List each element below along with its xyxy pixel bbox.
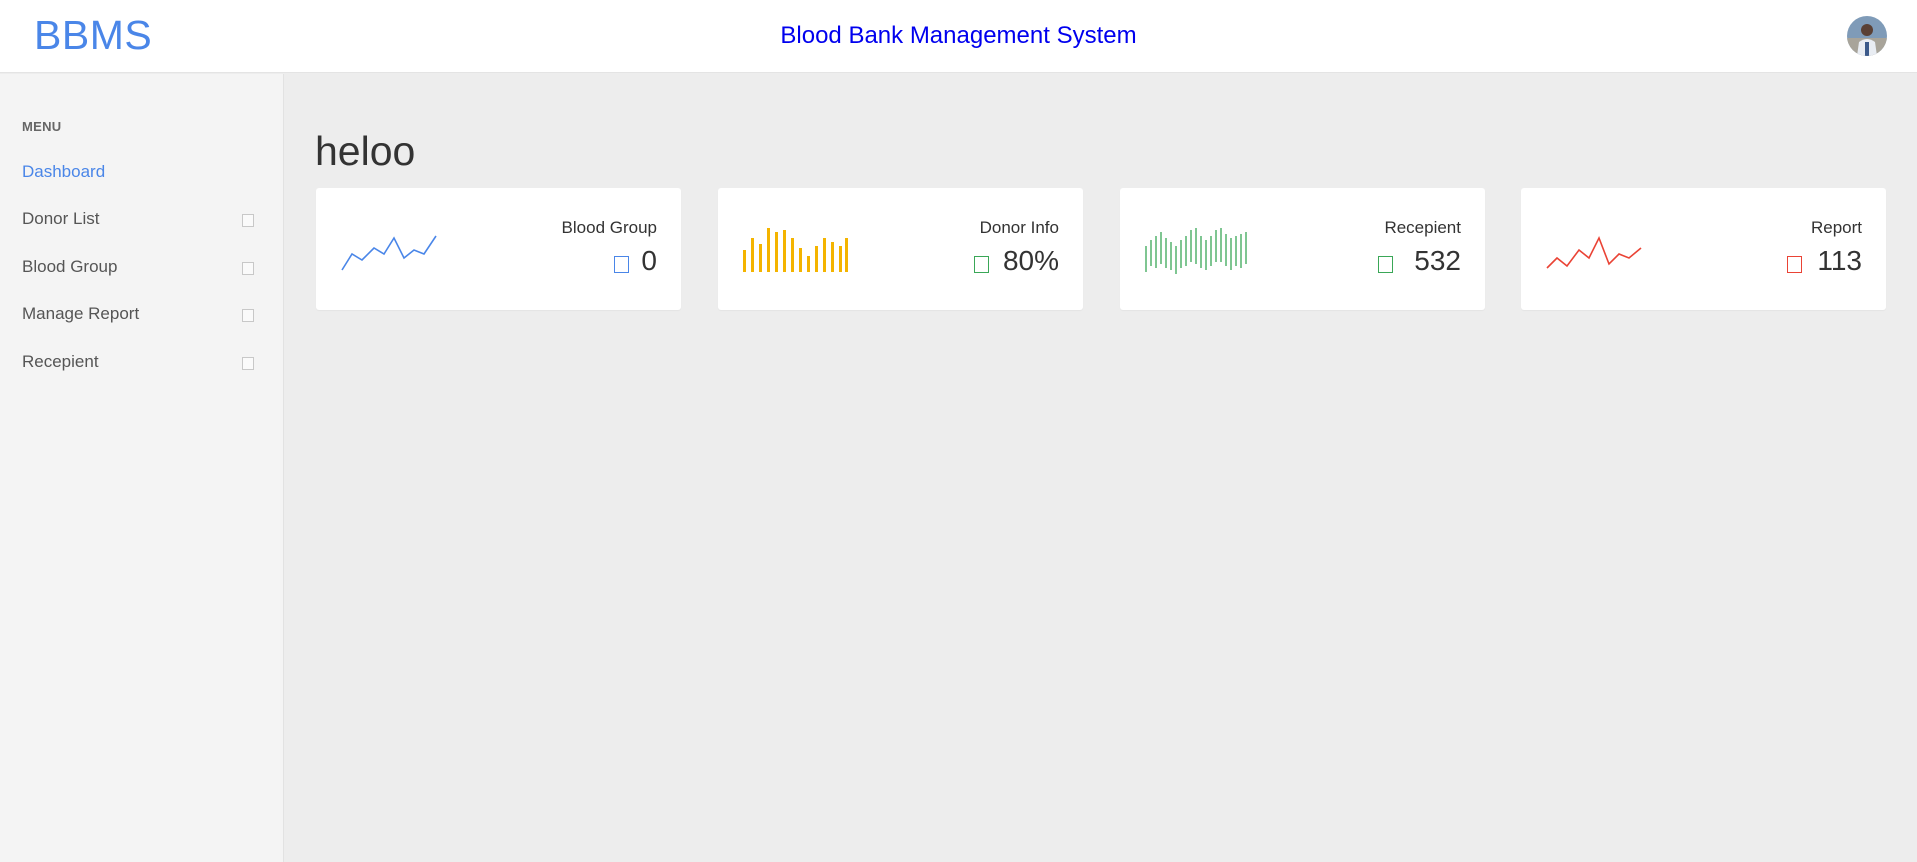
menu-heading: MENU: [22, 119, 62, 134]
sidebar-item-blood-group[interactable]: Blood Group: [0, 249, 283, 285]
top-header: BBMS Blood Bank Management System: [0, 0, 1917, 73]
sidebar: MENU Dashboard Donor List Blood Group Ma…: [0, 74, 284, 862]
card-value: 0: [641, 245, 657, 276]
stat-card-report[interactable]: Report 113: [1521, 188, 1886, 310]
card-title: Report: [1810, 218, 1862, 237]
card-value: 113: [1817, 245, 1862, 276]
sparkline-icon: [1546, 236, 1642, 269]
page-heading: heloo: [315, 128, 416, 174]
sparkline-icon: [341, 235, 437, 271]
bar-chart-icon: [1145, 228, 1247, 274]
card-title: Recepient: [1384, 218, 1461, 237]
sidebar-item-recepient[interactable]: Recepient: [0, 344, 283, 380]
bar-chart-icon: [743, 228, 848, 272]
card-title: Blood Group: [561, 218, 657, 237]
sidebar-item-label: Donor List: [22, 209, 100, 228]
card-value: 80%: [1002, 245, 1059, 276]
card-title: Donor Info: [979, 218, 1059, 237]
stat-icon: [1787, 256, 1802, 273]
stat-card-donor-info[interactable]: Donor Info 80%: [718, 188, 1083, 310]
user-avatar-icon[interactable]: [1847, 16, 1887, 56]
sidebar-item-label: Blood Group: [22, 257, 118, 276]
sidebar-item-manage-report[interactable]: Manage Report: [0, 296, 283, 332]
box-icon: [242, 262, 254, 275]
stat-icon: [1378, 256, 1393, 273]
stat-card-recepient[interactable]: Recepient 532: [1120, 188, 1485, 310]
stat-icon: [614, 256, 629, 273]
sidebar-item-donor-list[interactable]: Donor List: [0, 201, 283, 237]
app-title: Blood Bank Management System: [780, 22, 1137, 49]
stat-card-blood-group[interactable]: Blood Group 0: [316, 188, 681, 310]
card-value: 532: [1414, 245, 1461, 276]
sidebar-item-label: Dashboard: [22, 162, 106, 181]
sidebar-item-dashboard[interactable]: Dashboard: [0, 154, 283, 190]
stat-icon: [974, 256, 989, 273]
box-icon: [242, 357, 254, 370]
sidebar-item-label: Manage Report: [22, 304, 140, 323]
box-icon: [242, 214, 254, 227]
sidebar-item-label: Recepient: [22, 352, 99, 371]
box-icon: [242, 309, 254, 322]
